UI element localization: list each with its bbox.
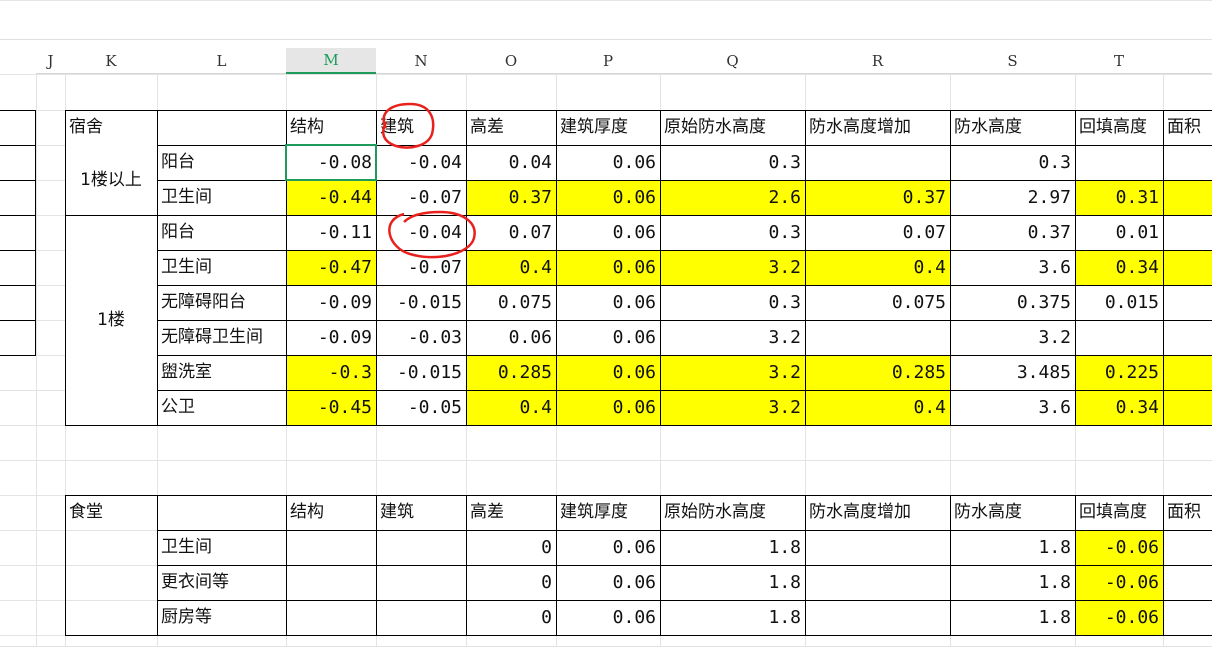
red-circle-annotation	[382, 102, 435, 149]
red-annotation-overlay	[382, 102, 476, 259]
red-circle-annotation	[388, 210, 476, 259]
